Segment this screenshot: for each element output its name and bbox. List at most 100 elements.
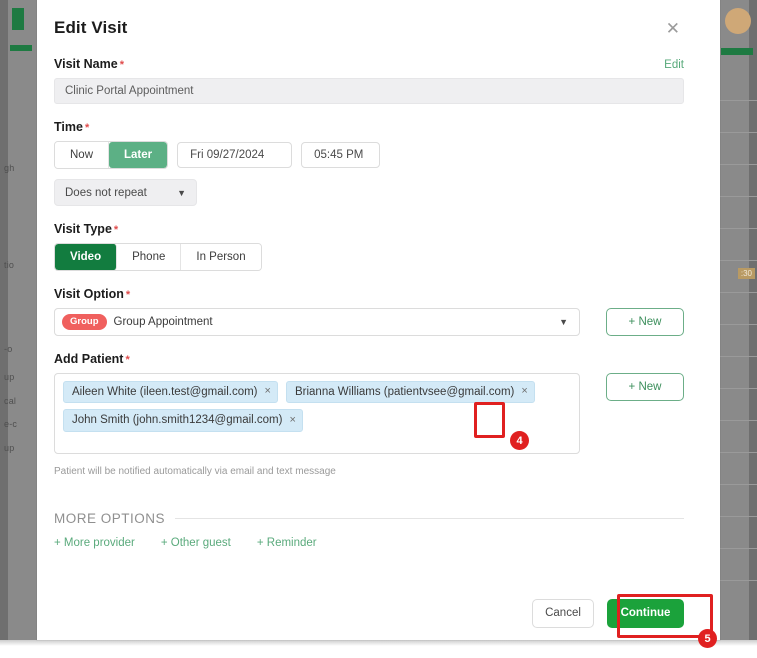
visit-name-value: Clinic Portal Appointment (65, 85, 194, 97)
background-left-strip (0, 0, 8, 640)
patient-chip-label: Aileen White (ileen.test@gmail.com) (72, 386, 258, 398)
calendar-row-divider (720, 260, 757, 261)
required-asterisk: * (125, 354, 130, 366)
time-value: 05:45 PM (314, 149, 364, 161)
date-input[interactable]: Fri 09/27/2024 (177, 142, 293, 168)
chevron-down-icon: ▼ (559, 317, 568, 327)
page-bottom-shadow (0, 640, 757, 646)
visit-type-phone-button[interactable]: Phone (117, 244, 182, 270)
add-patient-label: Add Patient * (54, 352, 684, 366)
visit-option-select[interactable]: Group Group Appointment ▼ (54, 308, 580, 336)
divider (175, 518, 684, 519)
visit-option-value-group: Group Group Appointment (62, 314, 213, 330)
visit-type-label: Visit Type * (54, 222, 684, 236)
visit-name-input[interactable]: Clinic Portal Appointment (54, 78, 684, 104)
background-left-label: cal (4, 396, 17, 406)
visit-type-label-text: Visit Type (54, 222, 112, 236)
calendar-row-divider (720, 132, 757, 133)
calendar-row-divider (720, 356, 757, 357)
required-asterisk: * (125, 289, 131, 301)
visit-option-label-text: Visit Option (54, 287, 124, 301)
calendar-row-divider (720, 388, 757, 389)
calendar-row-divider (720, 292, 757, 293)
visit-name-label: Visit Name * (54, 57, 124, 71)
add-patient-label-text: Add Patient (54, 352, 124, 366)
add-reminder-link[interactable]: + Reminder (257, 537, 317, 549)
visit-type-in-person-button[interactable]: In Person (181, 244, 261, 270)
patient-input[interactable]: Aileen White (ileen.test@gmail.com) × Br… (54, 373, 580, 454)
calendar-row-divider (720, 164, 757, 165)
background-accent-bar (721, 48, 753, 55)
calendar-row-divider (720, 100, 757, 101)
patient-chip[interactable]: Aileen White (ileen.test@gmail.com) × (63, 381, 278, 404)
patient-notification-hint: Patient will be notified automatically v… (54, 466, 336, 477)
calendar-row-divider (720, 516, 757, 517)
background-left-label: up (4, 443, 15, 453)
modal-body: Edit Visit ✕ Visit Name * Edit Clinic Por… (37, 0, 720, 586)
time-mode-later-button[interactable]: Later (109, 142, 168, 168)
time-mode-segmented-control: Now Later (54, 141, 169, 169)
required-asterisk: * (113, 224, 119, 236)
required-asterisk: * (119, 59, 124, 71)
cancel-button[interactable]: Cancel (532, 598, 594, 628)
calendar-row-divider (720, 548, 757, 549)
continue-button[interactable]: Continue (607, 598, 684, 628)
calendar-row-divider (720, 196, 757, 197)
visit-name-label-row: Visit Name * Edit (54, 41, 684, 78)
background-left-label: up (4, 372, 15, 382)
calendar-row-divider (720, 228, 757, 229)
modal-header: Edit Visit ✕ (54, 14, 684, 41)
calendar-row-divider (720, 484, 757, 485)
patient-chip-label: John Smith (john.smith1234@gmail.com) (72, 414, 283, 427)
more-options-title: MORE OPTIONS (54, 511, 166, 526)
background-left-label: tio (4, 260, 15, 270)
add-more-provider-link[interactable]: + More provider (54, 537, 135, 549)
background-logo-icon (12, 8, 24, 30)
patient-chip[interactable]: Brianna Williams (patientvsee@gmail.com)… (285, 381, 535, 404)
visit-option-value: Group Appointment (113, 316, 213, 328)
time-input[interactable]: 05:45 PM (301, 142, 381, 168)
visit-name-label-text: Visit Name (54, 57, 118, 71)
visit-option-row: Group Group Appointment ▼ + New (54, 308, 684, 336)
calendar-row-divider (720, 580, 757, 581)
chevron-down-icon: ▼ (177, 187, 186, 198)
calendar-row-divider (720, 324, 757, 325)
calendar-row-divider (720, 420, 757, 421)
new-patient-button[interactable]: + New (606, 373, 684, 401)
patient-chip-remove-icon[interactable]: × (521, 385, 527, 399)
background-right-strip (749, 0, 757, 640)
time-controls-row: Now Later Fri 09/27/2024 05:45 PM (54, 141, 684, 169)
visit-type-segmented-control: Video Phone In Person (54, 243, 262, 271)
add-patient-row: Aileen White (ileen.test@gmail.com) × Br… (54, 373, 684, 454)
calendar-row-divider (720, 452, 757, 453)
background-accent-bar (10, 45, 32, 51)
edit-visit-name-link[interactable]: Edit (664, 59, 684, 71)
background-left-panel: gh tio -o up cal e-c up (0, 0, 37, 640)
avatar (725, 8, 751, 34)
repeat-value: Does not repeat (65, 186, 147, 199)
patient-chip-remove-icon[interactable]: × (265, 385, 271, 399)
calendar-time-chip: :30 (737, 268, 755, 279)
background-left-label: gh (4, 163, 15, 173)
more-options-links: + More provider + Other guest + Reminder (54, 537, 684, 549)
patient-chip-label: Brianna Williams (patientvsee@gmail.com) (294, 386, 515, 398)
add-other-guest-link[interactable]: + Other guest (161, 537, 231, 549)
visit-option-label: Visit Option * (54, 287, 684, 301)
patient-chip-remove-icon[interactable]: × (289, 414, 295, 428)
page-title: Edit Visit (54, 18, 128, 37)
modal-footer: Cancel Continue (37, 586, 720, 640)
visit-type-video-button[interactable]: Video (55, 244, 118, 270)
status-badge: Group (62, 314, 107, 330)
time-label-text: Time (54, 120, 83, 134)
repeat-select[interactable]: Does not repeat ▼ (54, 179, 197, 206)
edit-visit-modal: Edit Visit ✕ Visit Name * Edit Clinic Por… (37, 0, 720, 640)
new-visit-option-button[interactable]: + New (606, 308, 684, 336)
close-icon[interactable]: ✕ (664, 16, 682, 41)
more-options-header: MORE OPTIONS (54, 511, 684, 526)
patient-chip[interactable]: John Smith (john.smith1234@gmail.com) × (63, 409, 303, 432)
time-mode-now-button[interactable]: Now (55, 142, 110, 168)
background-left-label: e-c (4, 419, 18, 429)
background-right-panel: :30 (720, 0, 757, 640)
background-left-label: -o (4, 344, 13, 354)
time-label: Time * (54, 120, 684, 134)
